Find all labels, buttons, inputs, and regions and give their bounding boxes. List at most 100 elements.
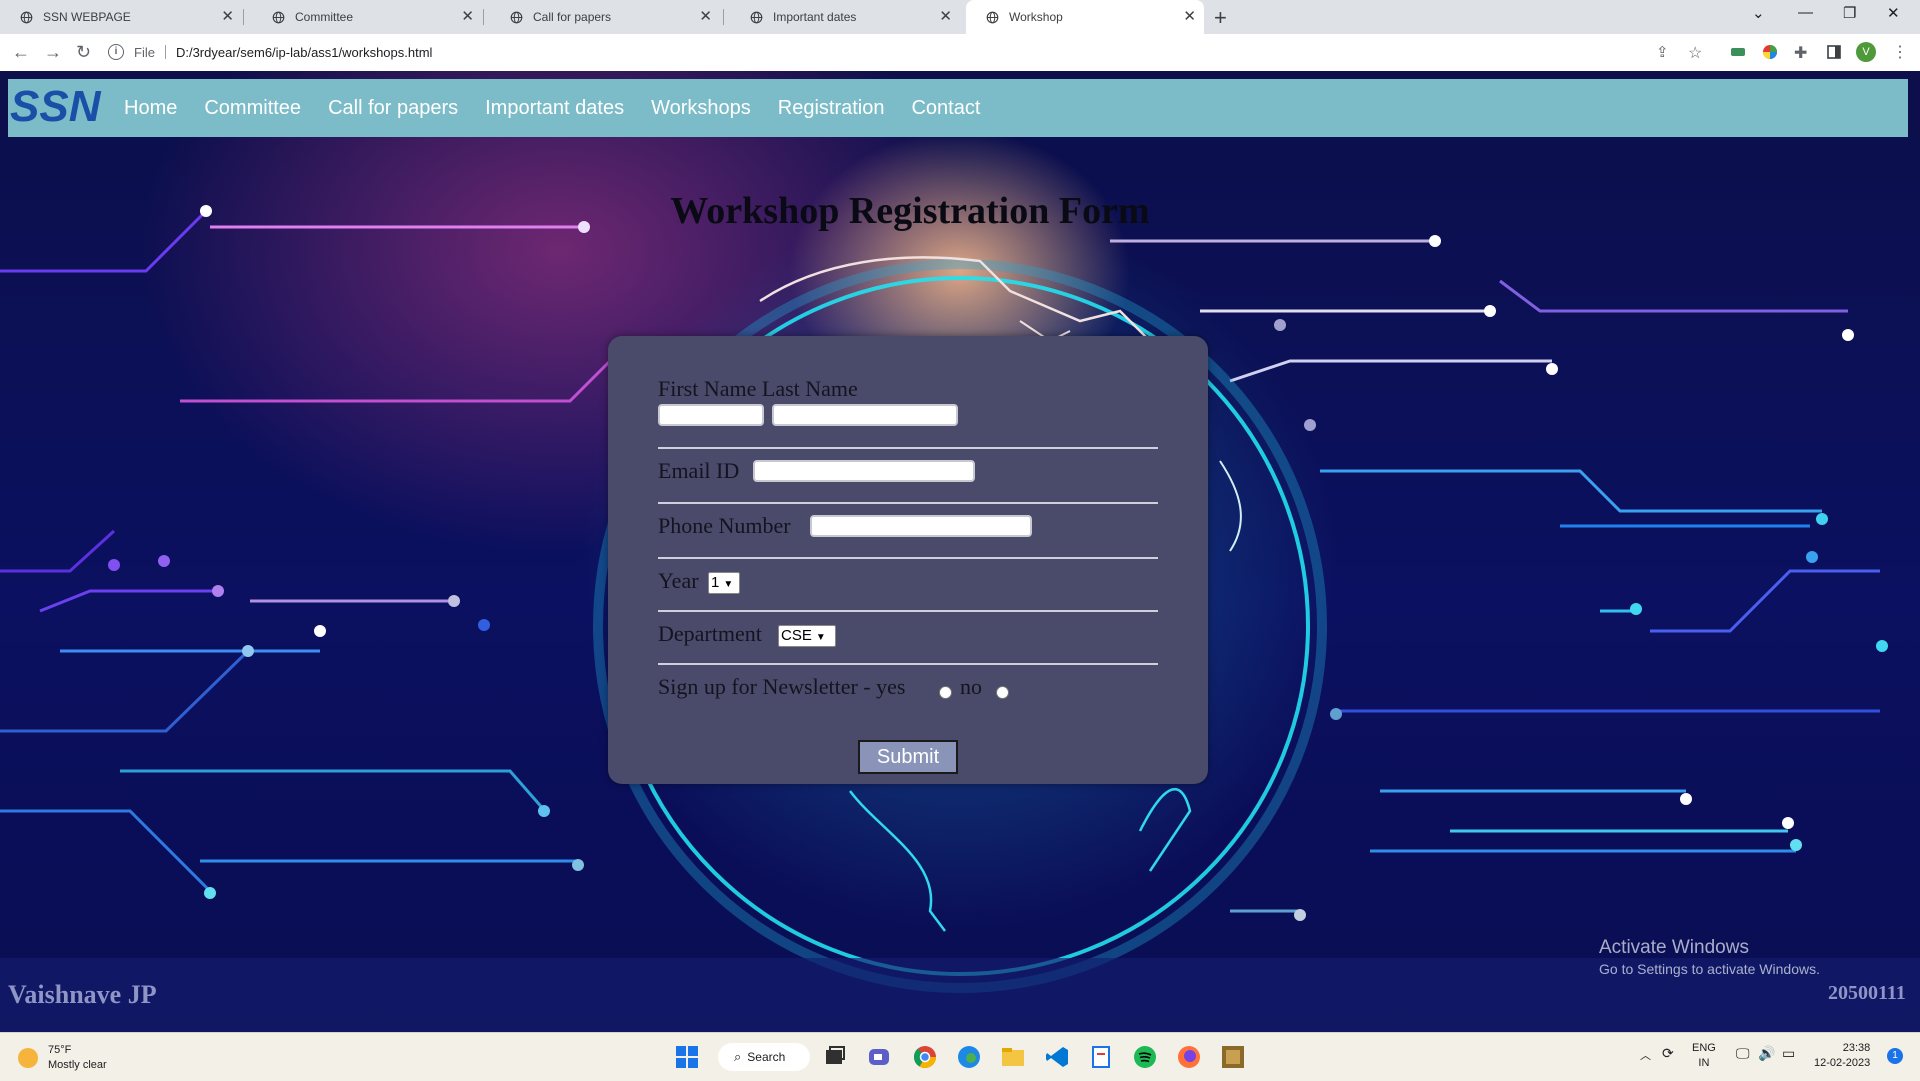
- divider: [658, 502, 1158, 504]
- ssn-logo[interactable]: SSN: [8, 81, 108, 131]
- reload-icon[interactable]: ↻: [76, 42, 91, 63]
- minimize-button[interactable]: —: [1798, 4, 1813, 21]
- scheme-label: File: [134, 44, 155, 60]
- watermark-subtitle: Go to Settings to activate Windows.: [1599, 961, 1820, 977]
- region-code: IN: [1698, 1057, 1710, 1069]
- weather-moon-icon: [18, 1048, 38, 1068]
- registration-form: First Name Last Name Email ID Phone Numb…: [608, 336, 1208, 784]
- chevron-down-icon: ▼: [815, 632, 826, 643]
- nav-important-dates[interactable]: Important dates: [485, 97, 624, 120]
- year-select[interactable]: 1 ▼: [708, 572, 740, 594]
- extension-icon[interactable]: [1730, 44, 1746, 60]
- tab-ssn-webpage[interactable]: SSN WEBPAGE ✕: [0, 0, 242, 34]
- close-tab-icon[interactable]: ✕: [1183, 9, 1196, 25]
- nav-home[interactable]: Home: [124, 97, 177, 120]
- last-name-input[interactable]: [772, 404, 958, 426]
- nav-registration[interactable]: Registration: [778, 97, 885, 120]
- battery-icon[interactable]: ▭: [1782, 1045, 1795, 1062]
- globe-icon: [750, 11, 763, 23]
- language-indicator[interactable]: ENG IN: [1692, 1041, 1716, 1071]
- globe-icon: [20, 11, 33, 23]
- page-title: Workshop Registration Form: [670, 190, 1150, 232]
- close-window-button[interactable]: ✕: [1887, 4, 1900, 22]
- edge-icon[interactable]: [956, 1044, 982, 1070]
- department-select[interactable]: CSE ▼: [778, 625, 836, 647]
- tab-strip: SSN WEBPAGE ✕ Committee ✕ Call for paper…: [0, 0, 1920, 34]
- task-view-icon[interactable]: [822, 1044, 848, 1070]
- tab-title: Committee: [295, 10, 354, 24]
- tab-title: Important dates: [773, 10, 857, 24]
- vscode-icon[interactable]: [1044, 1044, 1070, 1070]
- nav-call-for-papers[interactable]: Call for papers: [328, 97, 458, 120]
- tab-workshop[interactable]: Workshop ✕: [966, 0, 1204, 34]
- divider: [658, 663, 1158, 665]
- close-tab-icon[interactable]: ✕: [939, 9, 952, 25]
- show-hidden-icons-icon[interactable]: ︿: [1640, 1047, 1651, 1063]
- windows-start-icon[interactable]: [674, 1044, 700, 1070]
- tab-divider: [483, 9, 484, 25]
- tab-committee[interactable]: Committee ✕: [252, 0, 482, 34]
- tab-title: Workshop: [1009, 10, 1063, 24]
- network-icon[interactable]: 🖵: [1736, 1045, 1750, 1062]
- new-tab-button[interactable]: +: [1214, 5, 1227, 31]
- nav-workshops[interactable]: Workshops: [651, 97, 751, 120]
- game-app-icon[interactable]: [1220, 1044, 1246, 1070]
- color-extension-icon[interactable]: [1762, 44, 1778, 60]
- firefox-icon[interactable]: [1176, 1044, 1202, 1070]
- tab-search-icon[interactable]: ⌄: [1752, 4, 1765, 22]
- profile-avatar[interactable]: V: [1856, 42, 1876, 62]
- omnibox-divider: [164, 45, 166, 59]
- logo-text: SSN: [10, 82, 102, 131]
- year-value: 1: [711, 574, 720, 591]
- newsletter-no-radio[interactable]: [996, 686, 1009, 699]
- address-bar[interactable]: i File D:/3rdyear/sem6/ip-lab/ass1/works…: [108, 39, 432, 65]
- weather-widget[interactable]: 75°F Mostly clear: [18, 1043, 107, 1073]
- nav-contact[interactable]: Contact: [911, 97, 980, 120]
- url-text[interactable]: D:/3rdyear/sem6/ip-lab/ass1/workshops.ht…: [176, 45, 433, 60]
- sync-icon[interactable]: ⟳: [1662, 1045, 1674, 1062]
- department-label: Department: [658, 621, 762, 646]
- weather-temp: 75°F: [48, 1044, 72, 1056]
- volume-icon[interactable]: 🔊: [1758, 1045, 1775, 1062]
- tab-title: Call for papers: [533, 10, 612, 24]
- phone-input[interactable]: [810, 515, 1032, 537]
- site-info-icon[interactable]: i: [108, 44, 124, 60]
- close-tab-icon[interactable]: ✕: [699, 9, 712, 25]
- back-icon[interactable]: ←: [12, 42, 30, 63]
- newsletter-yes-radio[interactable]: [939, 686, 952, 699]
- spotify-icon[interactable]: [1132, 1044, 1158, 1070]
- tab-divider: [243, 9, 244, 25]
- puzzle-extensions-icon[interactable]: ✚: [1794, 43, 1807, 63]
- share-icon[interactable]: ⇪: [1656, 43, 1669, 61]
- address-toolbar: ← → ↻ i File D:/3rdyear/sem6/ip-lab/ass1…: [0, 34, 1920, 72]
- side-panel-icon[interactable]: [1826, 44, 1842, 60]
- first-name-input[interactable]: [658, 404, 764, 426]
- windows-taskbar: 75°F Mostly clear ⌕ Search ︿ ⟳ ENG IN 🖵 🔊…: [0, 1032, 1920, 1081]
- taskbar-search[interactable]: ⌕ Search: [718, 1043, 810, 1071]
- email-input[interactable]: [753, 460, 975, 482]
- submit-button[interactable]: Submit: [858, 740, 958, 774]
- roll-number: 20500111: [1828, 982, 1906, 1004]
- close-tab-icon[interactable]: ✕: [461, 9, 474, 25]
- notepad-icon[interactable]: [1088, 1044, 1114, 1070]
- nav-committee[interactable]: Committee: [204, 97, 301, 120]
- teams-chat-icon[interactable]: [866, 1044, 892, 1070]
- tab-call-for-papers[interactable]: Call for papers ✕: [490, 0, 720, 34]
- clock-date: 12-02-2023: [1814, 1057, 1871, 1069]
- main-menu: Home Committee Call for papers Important…: [124, 79, 1007, 137]
- file-explorer-icon[interactable]: [1000, 1044, 1026, 1070]
- bookmark-star-icon[interactable]: ☆: [1688, 43, 1702, 63]
- system-clock[interactable]: 23:38 12-02-2023: [1814, 1041, 1870, 1071]
- weather-desc: Mostly clear: [48, 1059, 107, 1071]
- page-viewport: SSN Home Committee Call for papers Impor…: [0, 71, 1920, 1032]
- newsletter-yes-label: Sign up for Newsletter - yes: [658, 674, 906, 699]
- restore-button[interactable]: ❐: [1843, 4, 1856, 22]
- menu-kebab-icon[interactable]: ⋮: [1892, 42, 1908, 62]
- tab-title: SSN WEBPAGE: [43, 10, 131, 24]
- search-icon: ⌕: [734, 1049, 742, 1064]
- tab-important-dates[interactable]: Important dates ✕: [730, 0, 960, 34]
- forward-icon[interactable]: →: [44, 42, 62, 63]
- chrome-icon[interactable]: [912, 1044, 938, 1070]
- notification-badge[interactable]: 1: [1887, 1048, 1903, 1064]
- close-tab-icon[interactable]: ✕: [221, 9, 234, 25]
